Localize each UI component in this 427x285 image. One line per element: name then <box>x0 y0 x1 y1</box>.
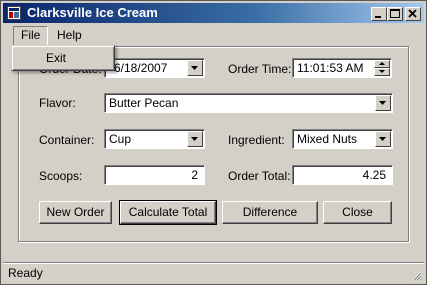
app-window: Clarksville Ice Cream File Help Order Da… <box>0 0 427 285</box>
order-total-field: 4.25 <box>292 165 393 185</box>
flavor-value: Butter Pecan <box>109 96 179 110</box>
order-date-value: 6/18/2007 <box>114 61 168 75</box>
container-label: Container: <box>39 133 95 147</box>
chevron-down-icon <box>191 66 198 70</box>
container-value: Cup <box>109 132 132 146</box>
chevron-down-icon <box>191 137 198 141</box>
flavor-select[interactable]: Butter Pecan <box>104 93 393 113</box>
maximize-icon <box>390 9 400 18</box>
order-date-picker[interactable]: 6/18/2007 <box>104 58 205 78</box>
container-dropdown-button[interactable] <box>187 131 203 147</box>
status-text: Ready <box>8 266 43 280</box>
new-order-button[interactable]: New Order <box>39 201 112 224</box>
ingredient-dropdown-button[interactable] <box>375 131 391 147</box>
difference-button[interactable]: Difference <box>222 201 318 224</box>
chevron-up-icon <box>379 62 385 65</box>
ingredient-label: Ingredient: <box>228 133 285 147</box>
calculate-total-button[interactable]: Calculate Total <box>119 200 217 225</box>
scoops-value: 2 <box>191 168 198 182</box>
container-select[interactable]: Cup <box>104 129 205 149</box>
menu-item-exit[interactable]: Exit <box>15 49 111 67</box>
scoops-label: Scoops: <box>39 169 83 183</box>
chevron-down-icon <box>379 137 386 141</box>
order-time-label: Order Time: <box>228 62 292 76</box>
minimize-button[interactable] <box>371 7 387 21</box>
maximize-button[interactable] <box>387 7 403 21</box>
ingredient-value: Mixed Nuts <box>297 132 358 146</box>
scoops-input[interactable]: 2 <box>104 165 205 185</box>
minimize-icon <box>375 16 381 18</box>
close-button[interactable]: Close <box>323 201 392 224</box>
file-menu-dropdown: Exit <box>11 45 115 71</box>
order-total-value: 4.25 <box>362 168 386 182</box>
window-title: Clarksville Ice Cream <box>27 5 158 20</box>
flavor-dropdown-button[interactable] <box>375 95 391 111</box>
close-icon <box>408 9 417 18</box>
menu-bar: File Help <box>3 25 424 46</box>
ingredient-select[interactable]: Mixed Nuts <box>292 129 393 149</box>
order-date-dropdown-button[interactable] <box>187 60 203 76</box>
order-total-label: Order Total: <box>228 169 291 183</box>
app-icon <box>7 6 21 20</box>
menu-file[interactable]: File <box>13 26 49 46</box>
close-window-button[interactable] <box>405 7 421 21</box>
resize-grip-icon[interactable] <box>410 269 422 281</box>
order-time-spin-down[interactable] <box>374 68 390 76</box>
chevron-down-icon <box>379 70 385 73</box>
chevron-down-icon <box>379 101 386 105</box>
title-bar[interactable]: Clarksville Ice Cream <box>3 3 424 23</box>
order-time-picker[interactable]: 11:01:53 AM <box>292 58 392 78</box>
order-time-value: 11:01:53 AM <box>297 61 364 75</box>
flavor-label: Flavor: <box>39 96 76 110</box>
menu-help[interactable]: Help <box>50 26 89 44</box>
order-time-spin-up[interactable] <box>374 60 390 68</box>
status-bar: Ready <box>3 262 424 283</box>
